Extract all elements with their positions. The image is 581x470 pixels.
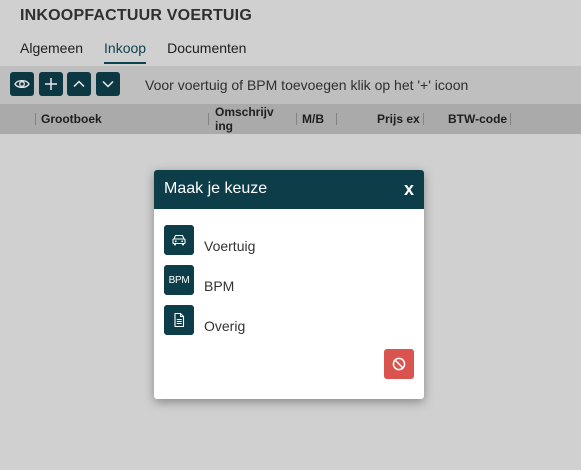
- cancel-button[interactable]: [384, 349, 414, 379]
- option-voertuig[interactable]: Voertuig: [164, 225, 404, 257]
- bpm-icon: BPM: [168, 274, 190, 286]
- overig-icon-button[interactable]: [164, 305, 194, 335]
- bpm-icon-button[interactable]: BPM: [164, 265, 194, 295]
- option-label: BPM: [204, 278, 235, 294]
- option-bpm[interactable]: BPM BPM: [164, 265, 404, 297]
- car-icon: [172, 234, 186, 246]
- modal-title: Maak je keuze: [164, 180, 268, 197]
- option-overig[interactable]: Overig: [164, 305, 404, 337]
- voertuig-icon-button[interactable]: [164, 225, 194, 255]
- ban-icon: [392, 357, 406, 371]
- option-label: Overig: [204, 318, 246, 334]
- close-button[interactable]: x: [404, 179, 414, 200]
- choice-modal: Maak je keuze x Voertuig BPM BPM Overig: [154, 170, 424, 399]
- modal-header: Maak je keuze x: [154, 170, 424, 209]
- option-label: Voertuig: [204, 238, 256, 254]
- document-icon: [174, 312, 185, 328]
